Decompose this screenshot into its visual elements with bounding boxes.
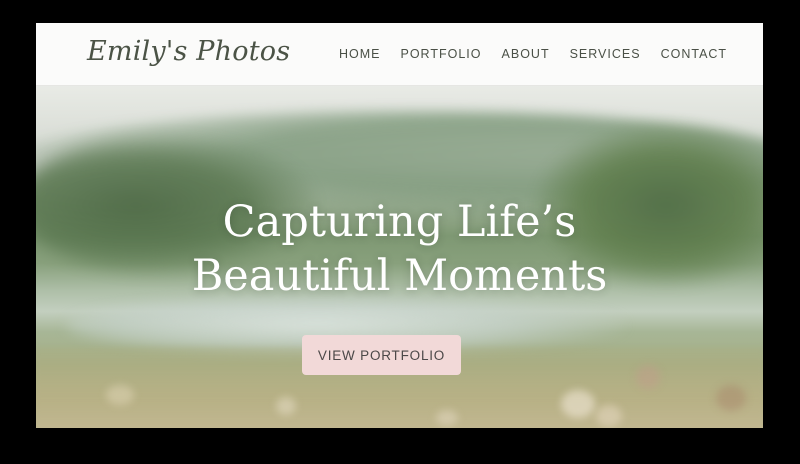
nav-about-link[interactable]: ABOUT: [502, 47, 550, 61]
flower-bokeh: [596, 405, 622, 427]
nav-contact-link[interactable]: CONTACT: [661, 47, 728, 61]
flower-bokeh: [276, 397, 296, 415]
hero-headline: Capturing Life’s Beautiful Moments: [36, 195, 763, 303]
flower-bokeh: [106, 385, 134, 405]
main-navigation: HOME PORTFOLIO ABOUT SERVICES CONTACT: [339, 47, 747, 61]
flower-bokeh: [436, 410, 458, 426]
flower-bokeh: [561, 390, 595, 418]
nav-services-link[interactable]: SERVICES: [570, 47, 641, 61]
view-portfolio-button[interactable]: VIEW PORTFOLIO: [302, 335, 461, 375]
site-header: Emily's Photos HOME PORTFOLIO ABOUT SERV…: [36, 23, 763, 86]
nav-home-link[interactable]: HOME: [339, 47, 381, 61]
website-viewport: Emily's Photos HOME PORTFOLIO ABOUT SERV…: [36, 23, 763, 428]
flower-bokeh: [636, 365, 660, 389]
hero-section: Capturing Life’s Beautiful Moments VIEW …: [36, 85, 763, 428]
flower-bokeh: [716, 385, 746, 411]
hero-headline-line-2: Beautiful Moments: [191, 251, 608, 301]
nav-portfolio-link[interactable]: PORTFOLIO: [401, 47, 482, 61]
site-logo[interactable]: Emily's Photos: [87, 36, 290, 67]
hero-headline-line-1: Capturing Life’s: [222, 197, 577, 247]
